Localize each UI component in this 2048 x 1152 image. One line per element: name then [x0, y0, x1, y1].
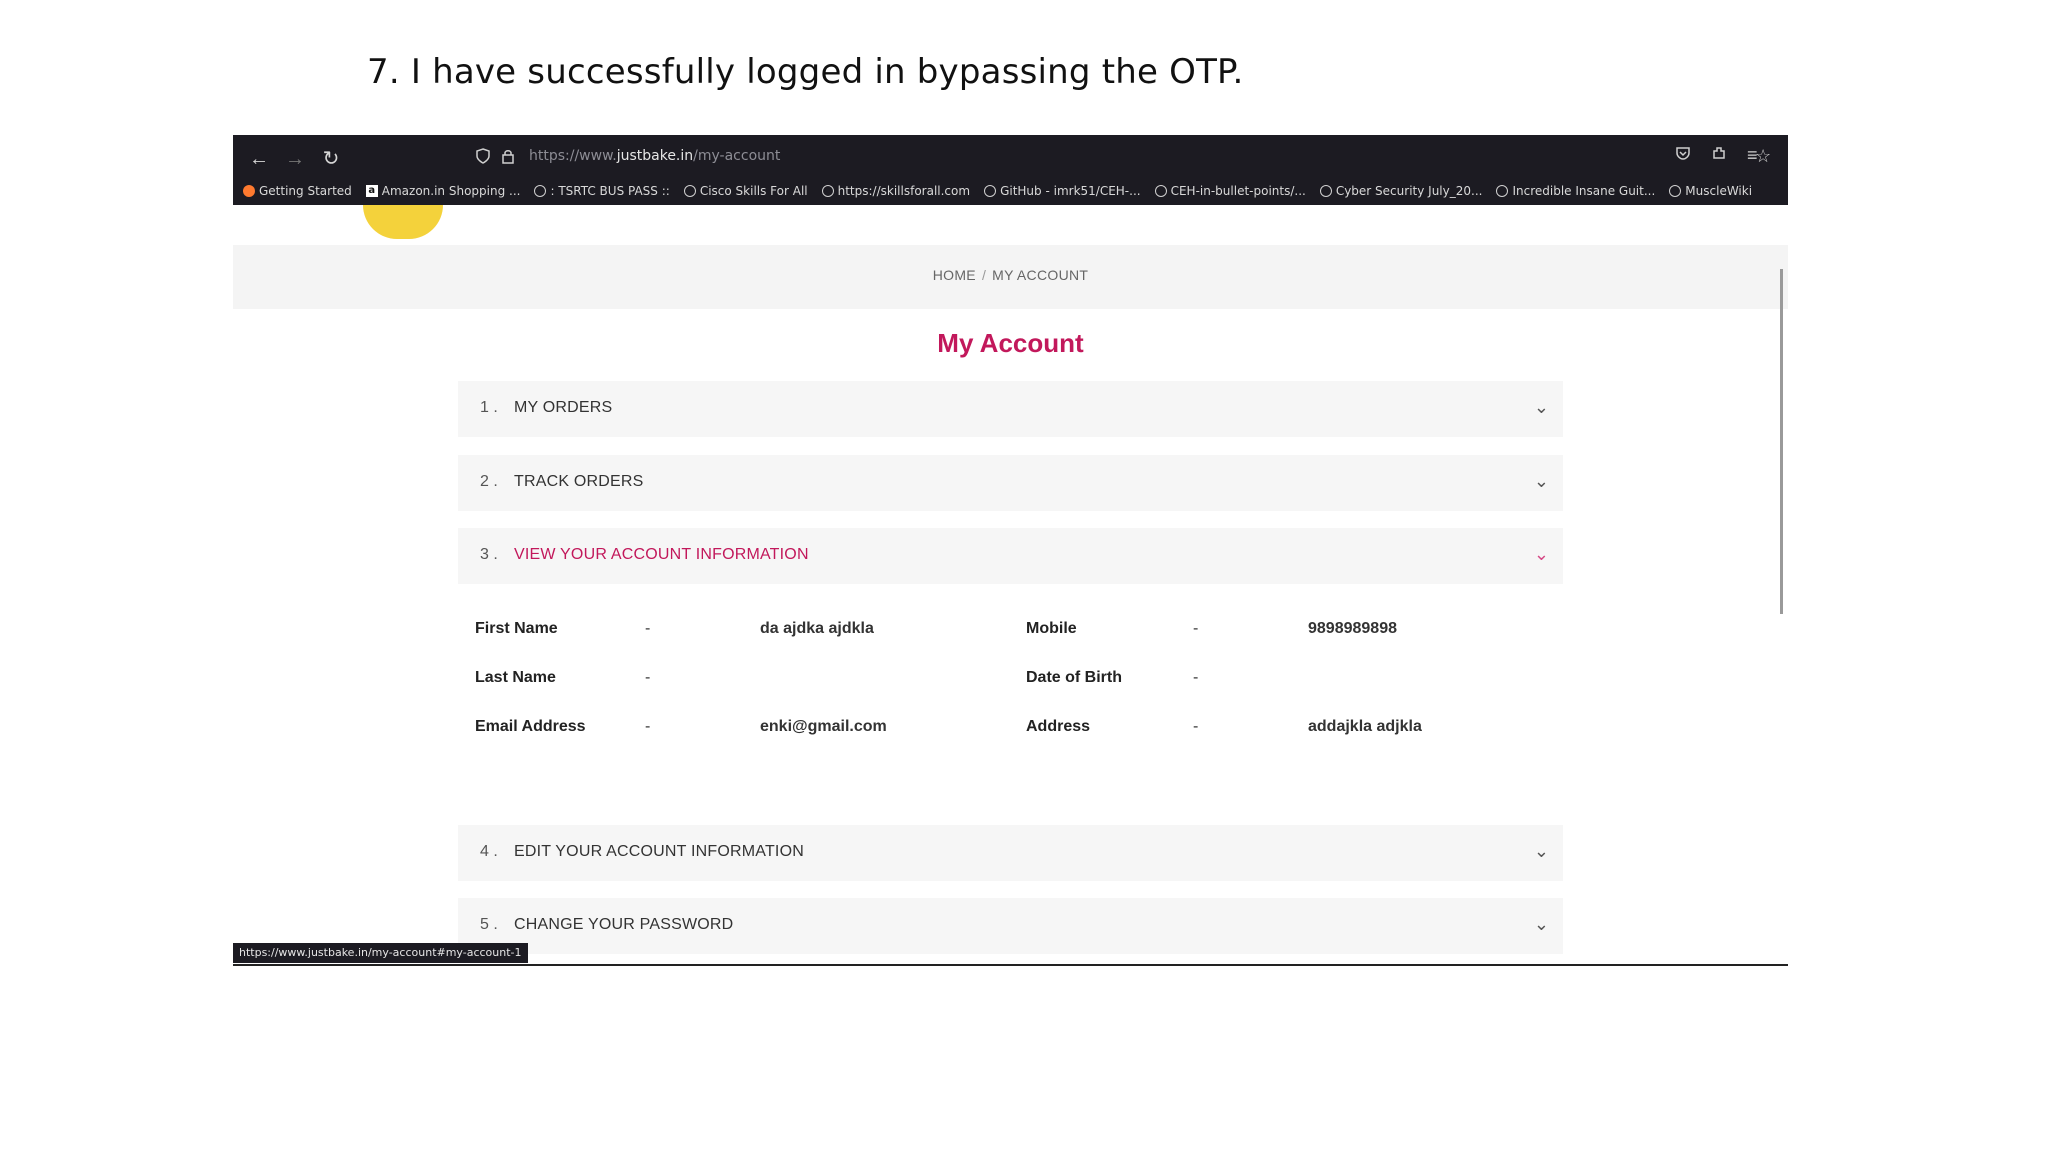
globe-icon [1669, 185, 1682, 197]
globe-icon [1496, 185, 1509, 197]
account-info-panel: First Name - da ajdka ajdkla Last Name -… [458, 585, 1563, 797]
section-label: VIEW YOUR ACCOUNT INFORMATION [514, 546, 809, 563]
email-value: enki@gmail.com [760, 718, 887, 735]
first-name-label: First Name [475, 620, 558, 637]
address-label: Address [1026, 718, 1091, 735]
site-logo[interactable] [363, 205, 443, 239]
section-number: 3 . [480, 546, 498, 563]
bookmark-item[interactable]: https://skillsforall.com [821, 181, 970, 201]
url-text[interactable]: https://www.justbake.in/my-account [529, 148, 780, 164]
pocket-icon[interactable] [1675, 145, 1691, 166]
separator-dash: - [1193, 718, 1199, 735]
bookmark-item[interactable]: Incredible Insane Guit... [1496, 181, 1655, 201]
email-label: Email Address [475, 718, 586, 735]
bookmark-item[interactable]: MuscleWiki [1669, 181, 1752, 201]
url-bar[interactable]: https://www.justbake.in/my-account ☆ [465, 140, 1788, 176]
bookmark-item[interactable]: a Amazon.in Shopping ... [365, 181, 520, 201]
accordion-view-account-info[interactable]: 3 . VIEW YOUR ACCOUNT INFORMATION ⌄ [458, 528, 1563, 584]
chevron-down-icon: ⌄ [1533, 841, 1549, 861]
globe-icon [1319, 185, 1332, 197]
page-title: My Account [937, 328, 1084, 358]
breadcrumb-separator: / [981, 267, 987, 283]
separator-dash: - [645, 620, 651, 637]
accordion-my-orders[interactable]: 1 . MY ORDERS ⌄ [458, 381, 1563, 437]
chevron-down-icon: ⌄ [1533, 471, 1549, 491]
menu-icon[interactable]: ≡ [1747, 145, 1758, 166]
dob-label: Date of Birth [1026, 669, 1122, 686]
bookmark-item[interactable]: GitHub - imrk51/CEH-... [984, 181, 1141, 201]
section-label: TRACK ORDERS [514, 473, 644, 490]
mobile-label: Mobile [1026, 620, 1077, 637]
status-bar-url: https://www.justbake.in/my-account#my-ac… [233, 943, 528, 963]
bookmarks-bar: Getting Started a Amazon.in Shopping ... … [243, 181, 1752, 201]
bookmark-item[interactable]: Getting Started [243, 181, 352, 201]
separator-dash: - [1193, 669, 1199, 686]
section-number: 4 . [480, 843, 498, 860]
reload-icon[interactable]: ↻ [317, 145, 345, 173]
bookmark-item[interactable]: : TSRTC BUS PASS :: [534, 181, 670, 201]
accordion-change-password[interactable]: 5 . CHANGE YOUR PASSWORD ⌄ [458, 898, 1563, 954]
globe-icon [821, 185, 834, 197]
globe-icon [534, 185, 547, 197]
shield-icon [475, 148, 491, 169]
first-name-value: da ajdka ajdkla [760, 620, 874, 637]
chevron-down-icon: ⌄ [1533, 914, 1549, 934]
chevron-down-icon: ⌄ [1533, 544, 1549, 564]
bookmark-item[interactable]: Cisco Skills For All [683, 181, 808, 201]
section-label: MY ORDERS [514, 399, 613, 416]
page-scrollbar[interactable] [1780, 269, 1783, 614]
section-number: 5 . [480, 916, 498, 933]
chevron-down-icon: ⌄ [1533, 397, 1549, 417]
separator-dash: - [645, 669, 651, 686]
amazon-icon: a [365, 185, 378, 197]
section-number: 2 . [480, 473, 498, 490]
mobile-value: 9898989898 [1308, 620, 1397, 637]
breadcrumb: HOME / MY ACCOUNT [233, 245, 1788, 309]
section-number: 1 . [480, 399, 498, 416]
back-arrow-icon[interactable]: ← [245, 145, 273, 173]
separator-dash: - [1193, 620, 1199, 637]
last-name-label: Last Name [475, 669, 556, 686]
accordion-track-orders[interactable]: 2 . TRACK ORDERS ⌄ [458, 455, 1563, 511]
screenshot-border [233, 964, 1788, 966]
bookmark-item[interactable]: Cyber Security July_20... [1319, 181, 1482, 201]
browser-chrome: ← → ↻ https://www.justbake.in/my-account… [233, 135, 1788, 205]
forward-arrow-icon[interactable]: → [281, 145, 309, 173]
bookmark-item[interactable]: CEH-in-bullet-points/... [1154, 181, 1306, 201]
section-label: EDIT YOUR ACCOUNT INFORMATION [514, 843, 804, 860]
lock-icon [501, 148, 515, 169]
caption: 7. I have successfully logged in bypassi… [367, 52, 1244, 92]
breadcrumb-home[interactable]: HOME [933, 267, 976, 283]
accordion-edit-account-info[interactable]: 4 . EDIT YOUR ACCOUNT INFORMATION ⌄ [458, 825, 1563, 881]
extensions-icon[interactable] [1711, 145, 1727, 166]
separator-dash: - [645, 718, 651, 735]
browser-screenshot: ← → ↻ https://www.justbake.in/my-account… [233, 135, 1788, 965]
section-label: CHANGE YOUR PASSWORD [514, 916, 734, 933]
globe-icon [984, 185, 997, 197]
breadcrumb-current: MY ACCOUNT [992, 267, 1089, 283]
globe-icon [1154, 185, 1167, 197]
firefox-icon [243, 185, 255, 197]
address-value: addajkla adjkla [1308, 718, 1422, 735]
globe-icon [683, 185, 696, 197]
